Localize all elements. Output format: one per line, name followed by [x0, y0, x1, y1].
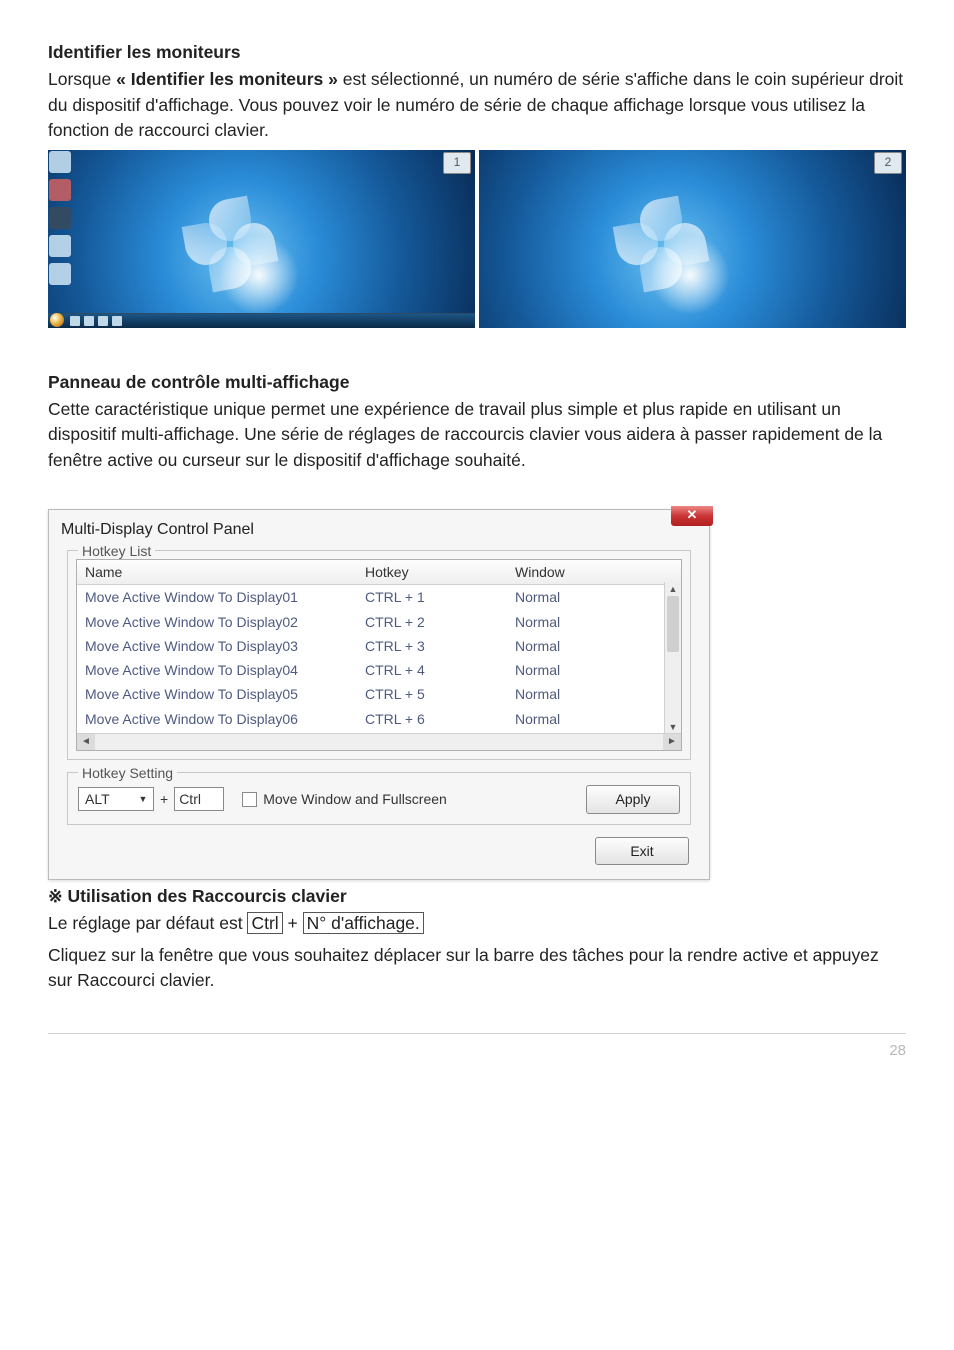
- col-name[interactable]: Name: [85, 562, 365, 582]
- kbd-ctrl: Ctrl: [247, 912, 282, 934]
- row-hotkey: CTRL + 5: [365, 684, 515, 704]
- row-hotkey: CTRL + 1: [365, 587, 515, 607]
- page-number: 28: [48, 1033, 906, 1062]
- multi-display-control-panel-dialog: Multi-Display Control Panel ✕ Hotkey Lis…: [48, 509, 710, 880]
- plus-label: +: [160, 789, 168, 809]
- para-control-panel: Cette caractéristique unique permet une …: [48, 397, 906, 473]
- heading-hotkey-usage: ※ Utilisation des Raccourcis clavier: [48, 884, 906, 909]
- hotkey-listbox[interactable]: Name Hotkey Window Move Active Window To…: [76, 559, 682, 751]
- hotkey-setting-legend: Hotkey Setting: [78, 763, 177, 783]
- monitor-badge-1: 1: [443, 152, 471, 174]
- heading-control-panel: Panneau de contrôle multi-affichage: [48, 370, 906, 395]
- hotkey-setting-fieldset: Hotkey Setting ALT ▼ + Ctrl Move Window …: [67, 772, 691, 824]
- row-name: Move Active Window To Display06: [85, 709, 365, 729]
- apply-button[interactable]: Apply: [586, 785, 680, 813]
- para-default-setting: Le réglage par défaut est Ctrl + N° d'af…: [48, 911, 906, 936]
- row-window: Normal: [515, 587, 635, 607]
- text-frag: +: [283, 913, 303, 933]
- list-horizontal-scrollbar[interactable]: ◄ ►: [77, 733, 681, 750]
- dialog-title: Multi-Display Control Panel: [61, 521, 254, 538]
- hotkey-list-fieldset: Hotkey List Name Hotkey Window Move Acti…: [67, 550, 691, 760]
- text-frag-bold: « Identifier les moniteurs »: [116, 69, 338, 89]
- col-hotkey[interactable]: Hotkey: [365, 562, 515, 582]
- key-input[interactable]: Ctrl: [174, 787, 224, 811]
- hotkey-list-row[interactable]: Move Active Window To Display06CTRL + 6N…: [77, 707, 681, 731]
- row-window: Normal: [515, 684, 635, 704]
- hotkey-list-row[interactable]: Move Active Window To Display04CTRL + 4N…: [77, 658, 681, 682]
- modifier-combo-value: ALT: [85, 789, 110, 809]
- para-identify-monitors: Lorsque « Identifier les moniteurs » est…: [48, 67, 906, 143]
- hotkey-list-row[interactable]: Move Active Window To Display01CTRL + 1N…: [77, 585, 681, 609]
- row-hotkey: CTRL + 2: [365, 612, 515, 632]
- row-hotkey: CTRL + 4: [365, 660, 515, 680]
- row-window: Normal: [515, 660, 635, 680]
- hotkey-list-row[interactable]: Move Active Window To Display03CTRL + 3N…: [77, 634, 681, 658]
- desktop-1: 1: [48, 150, 475, 328]
- row-name: Move Active Window To Display03: [85, 636, 365, 656]
- col-window[interactable]: Window: [515, 562, 635, 582]
- row-window: Normal: [515, 636, 635, 656]
- row-hotkey: CTRL + 3: [365, 636, 515, 656]
- monitor-badge-2: 2: [874, 152, 902, 174]
- text-frag: Lorsque: [48, 69, 116, 89]
- row-hotkey: CTRL + 6: [365, 709, 515, 729]
- desktop-2: 2: [479, 150, 906, 328]
- close-button[interactable]: ✕: [671, 506, 713, 526]
- list-vertical-scrollbar[interactable]: ▲ ▼: [664, 582, 681, 734]
- fullscreen-checkbox-label: Move Window and Fullscreen: [263, 789, 447, 809]
- para-click-window: Cliquez sur la fenêtre que vous souhaite…: [48, 943, 906, 994]
- row-name: Move Active Window To Display05: [85, 684, 365, 704]
- identify-monitors-image: 1 2: [48, 150, 906, 328]
- row-name: Move Active Window To Display02: [85, 612, 365, 632]
- chevron-down-icon: ▼: [135, 788, 151, 810]
- hotkey-list-row[interactable]: Move Active Window To Display02CTRL + 2N…: [77, 610, 681, 634]
- key-input-value: Ctrl: [179, 789, 201, 809]
- row-window: Normal: [515, 612, 635, 632]
- modifier-combo[interactable]: ALT ▼: [78, 787, 154, 811]
- fullscreen-checkbox[interactable]: [242, 792, 257, 807]
- row-name: Move Active Window To Display01: [85, 587, 365, 607]
- heading-identify-monitors: Identifier les moniteurs: [48, 40, 906, 65]
- row-window: Normal: [515, 709, 635, 729]
- row-name: Move Active Window To Display04: [85, 660, 365, 680]
- hotkey-list-row[interactable]: Move Active Window To Display05CTRL + 5N…: [77, 682, 681, 706]
- exit-button[interactable]: Exit: [595, 837, 689, 865]
- text-frag: Le réglage par défaut est: [48, 913, 247, 933]
- kbd-display-number: N° d'affichage.: [303, 912, 424, 934]
